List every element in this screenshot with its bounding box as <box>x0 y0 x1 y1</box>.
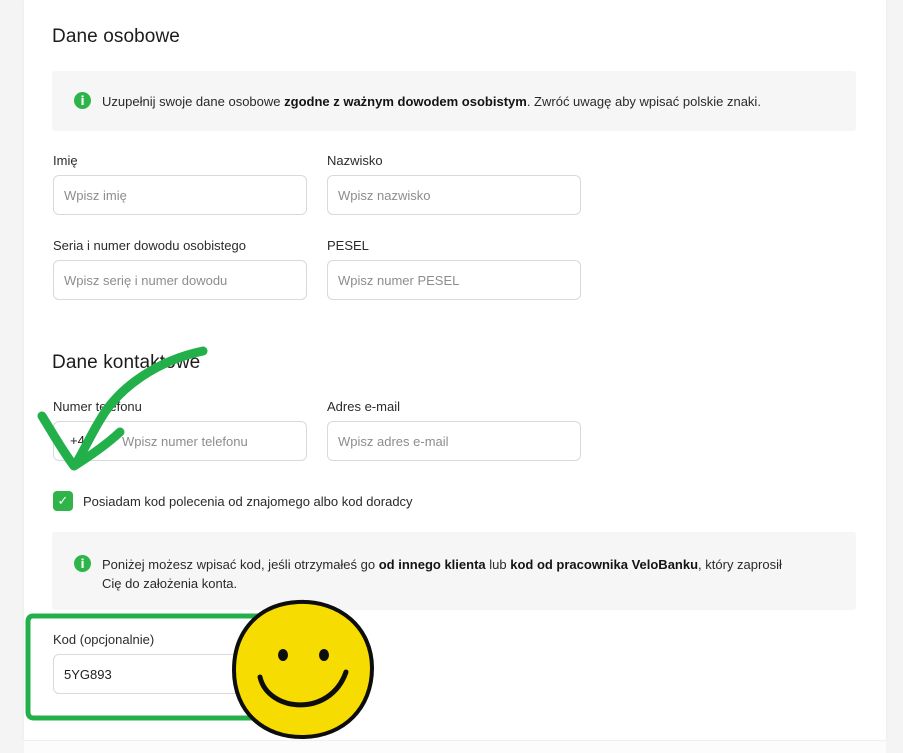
section-title-personal: Dane osobowe <box>52 26 180 47</box>
personal-info-box: i Uzupełnij swoje dane osobowe zgodne z … <box>52 71 856 131</box>
referral-info-box: i Poniżej możesz wpisać kod, jeśli otrzy… <box>52 532 856 610</box>
id-card-field[interactable] <box>53 260 307 300</box>
phone-label: Numer telefonu <box>53 399 142 414</box>
referral-checkbox-label[interactable]: Posiadam kod polecenia od znajomego albo… <box>83 494 413 509</box>
last-name-field[interactable] <box>327 175 581 215</box>
id-card-input[interactable] <box>64 261 298 299</box>
first-name-input[interactable] <box>64 176 298 214</box>
last-name-label: Nazwisko <box>327 153 383 168</box>
referral-info-text: Poniżej możesz wpisać kod, jeśli otrzyma… <box>102 557 782 591</box>
section-title-contact: Dane kontaktowe <box>52 352 201 373</box>
pesel-label: PESEL <box>327 238 369 253</box>
checkmark-icon: ✓ <box>57 493 69 509</box>
referral-checkbox[interactable]: ✓ <box>53 491 73 511</box>
info-icon: i <box>74 555 91 572</box>
email-input[interactable] <box>338 422 572 460</box>
next-card-edge <box>24 741 886 753</box>
first-name-label: Imię <box>53 153 78 168</box>
first-name-field[interactable] <box>53 175 307 215</box>
email-label: Adres e-mail <box>327 399 400 414</box>
id-card-label: Seria i numer dowodu osobistego <box>53 238 246 253</box>
phone-prefix: +48 <box>70 433 93 448</box>
pesel-input[interactable] <box>338 261 572 299</box>
phone-field[interactable]: +48 <box>53 421 307 461</box>
last-name-input[interactable] <box>338 176 572 214</box>
email-field[interactable] <box>327 421 581 461</box>
info-icon: i <box>74 92 91 109</box>
code-input[interactable] <box>64 655 298 693</box>
personal-info-text: Uzupełnij swoje dane osobowe zgodne z wa… <box>102 94 761 109</box>
phone-input[interactable] <box>122 422 298 460</box>
pesel-field[interactable] <box>327 260 581 300</box>
code-label: Kod (opcjonalnie) <box>53 632 155 647</box>
code-field[interactable] <box>53 654 307 694</box>
